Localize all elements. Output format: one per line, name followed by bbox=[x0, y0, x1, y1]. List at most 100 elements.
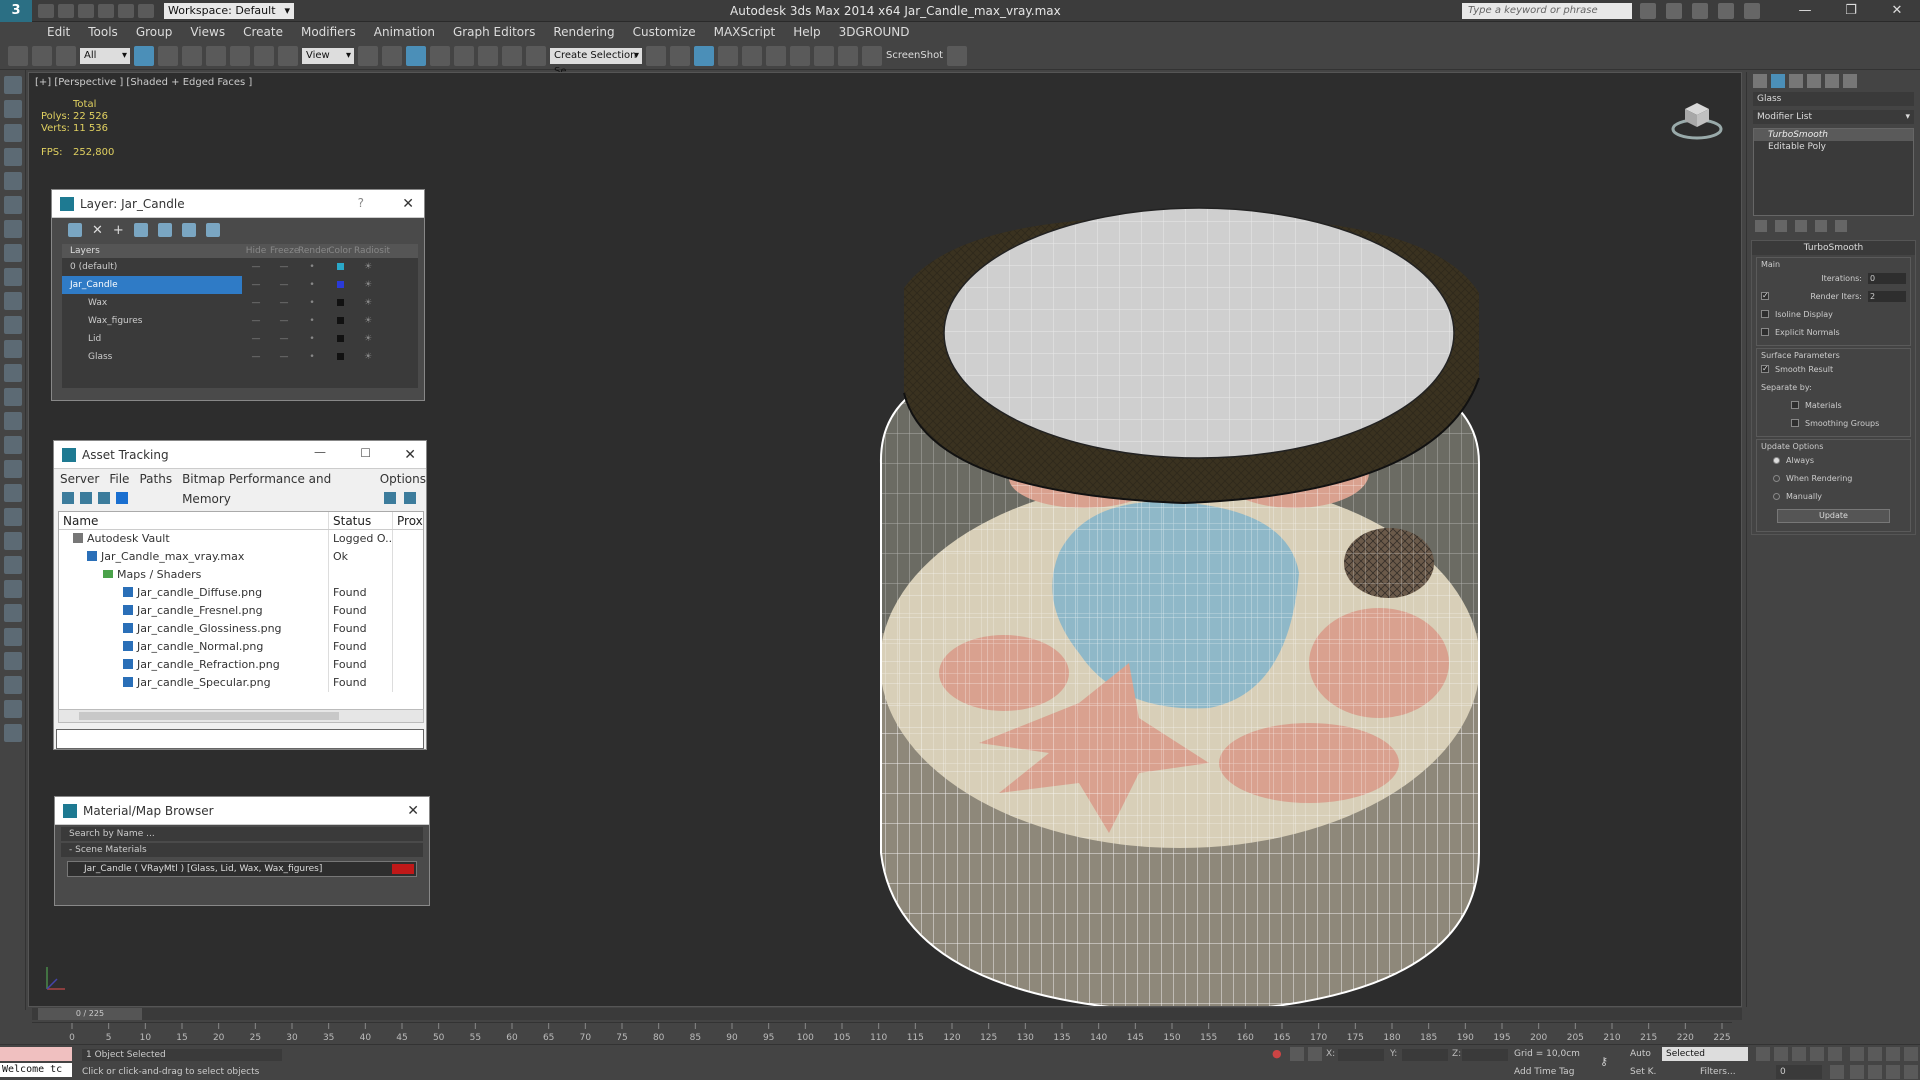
add-to-layer-icon[interactable]: + bbox=[113, 223, 124, 238]
highlight-selected-icon[interactable] bbox=[157, 223, 172, 237]
viewport-icon-26[interactable] bbox=[4, 676, 22, 694]
table-row[interactable]: Jar_candle_Specular.png Found bbox=[59, 674, 423, 692]
help-icon[interactable] bbox=[1744, 3, 1760, 19]
render-iters-checkbox[interactable]: ✓ bbox=[1761, 292, 1769, 300]
viewport-icon-21[interactable] bbox=[4, 556, 22, 574]
always-radio[interactable] bbox=[1773, 456, 1780, 464]
project-folder-icon[interactable] bbox=[138, 3, 154, 18]
key-filters-button[interactable]: Filters... bbox=[1700, 1067, 1736, 1077]
layer-render-toggle[interactable]: • bbox=[298, 294, 326, 312]
align-icon[interactable] bbox=[670, 45, 690, 66]
stack-item-editable-poly[interactable]: Editable Poly bbox=[1754, 141, 1913, 153]
goto-start-icon[interactable] bbox=[1756, 1047, 1770, 1061]
play-icon[interactable] bbox=[1792, 1047, 1806, 1061]
layer-color-swatch[interactable] bbox=[336, 263, 344, 270]
maximize-button[interactable]: ❐ bbox=[1828, 0, 1874, 22]
maxscript-listener-top[interactable] bbox=[0, 1047, 72, 1061]
layer-freeze-toggle[interactable]: — bbox=[270, 348, 298, 366]
col-name[interactable]: Name bbox=[59, 512, 329, 529]
viewport-icon-8[interactable] bbox=[4, 244, 22, 262]
remove-modifier-icon[interactable] bbox=[1815, 220, 1827, 232]
layer-hide-toggle[interactable]: — bbox=[242, 312, 270, 330]
menu-bitmap-performance[interactable]: Bitmap Performance and Memory bbox=[182, 469, 370, 506]
create-tab-icon[interactable] bbox=[1753, 74, 1767, 88]
tree-view-icon[interactable] bbox=[98, 492, 110, 504]
binoculars-icon[interactable] bbox=[1640, 3, 1656, 19]
col-render[interactable]: Render bbox=[298, 244, 330, 258]
modifier-list-dropdown[interactable]: Modifier List bbox=[1753, 110, 1914, 124]
viewport-icon-9[interactable] bbox=[4, 268, 22, 286]
list-view-icon[interactable] bbox=[80, 492, 92, 504]
table-row[interactable]: Jar_candle_Normal.png Found bbox=[59, 638, 423, 656]
select-manipulate-icon[interactable] bbox=[382, 45, 402, 66]
minimize-icon[interactable]: — bbox=[314, 445, 326, 459]
z-coordinate-field[interactable] bbox=[1462, 1049, 1508, 1061]
link-icon[interactable] bbox=[8, 45, 28, 66]
workspace-dropdown[interactable]: Workspace: Default bbox=[164, 2, 294, 19]
key-filter-dropdown[interactable]: Selected bbox=[1662, 1047, 1748, 1061]
menu-animation[interactable]: Animation bbox=[365, 25, 444, 39]
asset-panel-titlebar[interactable]: Asset Tracking — ☐ ✕ bbox=[54, 441, 426, 469]
previous-frame-icon[interactable] bbox=[1774, 1047, 1788, 1061]
set-key-button[interactable]: Set K. bbox=[1630, 1067, 1656, 1077]
viewport-icon-27[interactable] bbox=[4, 700, 22, 718]
help-icon[interactable] bbox=[384, 492, 396, 504]
viewport-icon-6[interactable] bbox=[4, 196, 22, 214]
schematic-view-icon[interactable] bbox=[766, 45, 786, 66]
save-file-icon[interactable] bbox=[78, 3, 94, 18]
layer-row[interactable]: Glass — — • ☀ bbox=[62, 348, 418, 366]
render-setup-icon[interactable] bbox=[814, 45, 834, 66]
layer-freeze-toggle[interactable]: — bbox=[270, 312, 298, 330]
create-layer-icon[interactable] bbox=[68, 223, 82, 237]
viewport-icon-15[interactable] bbox=[4, 412, 22, 430]
menu-modifiers[interactable]: Modifiers bbox=[292, 25, 365, 39]
layer-freeze-toggle[interactable]: — bbox=[270, 258, 298, 276]
layer-render-toggle[interactable]: • bbox=[298, 312, 326, 330]
redo-icon[interactable] bbox=[118, 3, 134, 18]
make-unique-icon[interactable] bbox=[1795, 220, 1807, 232]
scrollbar-thumb[interactable] bbox=[79, 712, 339, 720]
hide-all-layers-icon[interactable] bbox=[181, 223, 196, 237]
layer-hide-toggle[interactable]: — bbox=[242, 348, 270, 366]
zoom-extents-icon[interactable] bbox=[1886, 1047, 1900, 1061]
material-editor-icon[interactable] bbox=[790, 45, 810, 66]
curve-editor-icon[interactable] bbox=[742, 45, 762, 66]
selection-filter-dropdown[interactable]: All bbox=[80, 47, 130, 64]
select-objects-in-layer-icon[interactable] bbox=[133, 223, 148, 237]
rectangular-selection-icon[interactable] bbox=[182, 45, 202, 66]
layer-render-toggle[interactable]: • bbox=[298, 276, 326, 294]
viewport-icon-20[interactable] bbox=[4, 532, 22, 550]
freeze-all-layers-icon[interactable] bbox=[205, 223, 220, 237]
absolute-mode-icon[interactable] bbox=[1308, 1047, 1322, 1061]
hierarchy-tab-icon[interactable] bbox=[1789, 74, 1803, 88]
viewport-icon-24[interactable] bbox=[4, 628, 22, 646]
viewcube-icon[interactable] bbox=[1669, 93, 1725, 143]
zoom-all-icon[interactable] bbox=[1868, 1047, 1882, 1061]
when-rendering-radio[interactable] bbox=[1773, 474, 1780, 482]
reference-coordinate-dropdown[interactable]: View bbox=[302, 47, 354, 64]
menu-server[interactable]: Server bbox=[60, 469, 99, 489]
unlink-icon[interactable] bbox=[32, 45, 52, 66]
explicit-normals-checkbox[interactable] bbox=[1761, 328, 1769, 336]
field-of-view-icon[interactable] bbox=[1850, 1065, 1864, 1079]
material-panel-titlebar[interactable]: Material/Map Browser ✕ bbox=[55, 797, 429, 825]
viewport-icon-22[interactable] bbox=[4, 580, 22, 598]
select-object-icon[interactable] bbox=[134, 45, 154, 66]
menu-graph-editors[interactable]: Graph Editors bbox=[444, 25, 544, 39]
viewport-label[interactable]: [+] [Perspective ] [Shaded + Edged Faces… bbox=[35, 77, 252, 88]
asset-path-field[interactable] bbox=[56, 729, 424, 749]
menu-create[interactable]: Create bbox=[234, 25, 292, 39]
layer-row[interactable]: Lid — — • ☀ bbox=[62, 330, 418, 348]
utilities-tab-icon[interactable] bbox=[1843, 74, 1857, 88]
layer-render-toggle[interactable]: • bbox=[298, 330, 326, 348]
col-layers[interactable]: Layers bbox=[62, 244, 242, 258]
layer-row[interactable]: Wax — — • ☀ bbox=[62, 294, 418, 312]
maximize-toggle-icon[interactable] bbox=[1904, 1065, 1918, 1079]
material-item[interactable]: Jar_Candle ( VRayMtl ) [Glass, Lid, Wax,… bbox=[67, 861, 417, 877]
layer-color-swatch[interactable] bbox=[336, 317, 344, 324]
undo-icon[interactable] bbox=[98, 3, 114, 18]
layer-row[interactable]: Wax_figures — — • ☀ bbox=[62, 312, 418, 330]
menu-maxscript[interactable]: MAXScript bbox=[705, 25, 785, 39]
graphite-ribbon-icon[interactable] bbox=[718, 45, 738, 66]
radiosity-icon[interactable]: ☀ bbox=[354, 312, 382, 330]
